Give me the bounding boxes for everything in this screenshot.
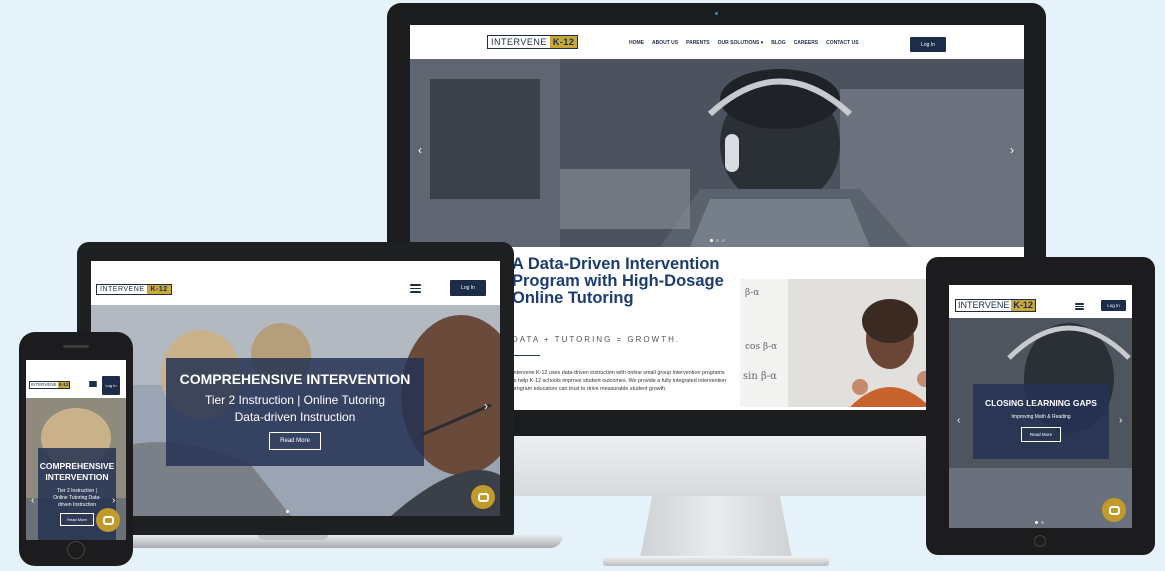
tablet-navbar: INTERVENE K-12 Log In bbox=[949, 285, 1132, 318]
slider-dot[interactable] bbox=[716, 239, 719, 242]
slider-dot[interactable] bbox=[1035, 521, 1038, 524]
laptop-hero-title: COMPREHENSIVE INTERVENTION bbox=[179, 371, 411, 387]
logo-word: INTERVENE bbox=[100, 286, 145, 293]
logo-badge: K-12 bbox=[1011, 300, 1035, 311]
desktop-hero-prev-arrow[interactable]: ‹ bbox=[418, 143, 422, 157]
nav-our-solutions-label: OUR SOLUTIONS bbox=[717, 40, 760, 46]
phone-screen: INTERVENE K-12 Log In COMPREHENSIVE INTE… bbox=[26, 360, 126, 540]
hamburger-menu-icon[interactable] bbox=[89, 381, 97, 387]
phone-hero-next-arrow[interactable]: › bbox=[112, 495, 115, 506]
logo-badge: K-12 bbox=[549, 36, 578, 48]
chat-bubble-icon[interactable] bbox=[471, 485, 495, 509]
desktop-intro-paragraph: Intervene K-12 uses data-driven instruct… bbox=[512, 370, 727, 392]
hero-photo-student-headphones bbox=[410, 59, 1024, 247]
tablet-screen: INTERVENE K-12 Log In CLOSING LEARNING G… bbox=[949, 285, 1132, 528]
tablet-hero-dots bbox=[1035, 521, 1044, 524]
slider-dot[interactable] bbox=[298, 510, 301, 513]
desktop-logo[interactable]: INTERVENE K-12 bbox=[487, 35, 579, 49]
tablet-hero-slider: CLOSING LEARNING GAPS Improving Math & R… bbox=[949, 318, 1132, 528]
phone-login-button[interactable]: Log In bbox=[102, 376, 120, 395]
slider-dot[interactable] bbox=[292, 510, 295, 513]
laptop-hero-next-arrow[interactable]: › bbox=[484, 399, 488, 413]
phone-read-more-button[interactable]: Read More bbox=[60, 513, 94, 526]
logo-word: INTERVENE bbox=[31, 382, 57, 387]
hamburger-menu-icon[interactable] bbox=[410, 284, 421, 293]
logo-badge: K-12 bbox=[147, 285, 171, 294]
nav-our-solutions[interactable]: OUR SOLUTIONS ▾ bbox=[718, 40, 764, 46]
desktop-headline: A Data-Driven Intervention Program with … bbox=[512, 255, 724, 307]
phone-hero-title: COMPREHENSIVE INTERVENTION bbox=[39, 461, 115, 482]
phone-hero-slider: COMPREHENSIVE INTERVENTION Tier 2 Instru… bbox=[26, 398, 126, 540]
monitor-camera bbox=[715, 12, 718, 15]
slider-dot[interactable] bbox=[710, 239, 713, 242]
phone-home-button bbox=[67, 541, 85, 559]
phone-speaker bbox=[63, 345, 89, 348]
laptop-login-button[interactable]: Log In bbox=[450, 280, 486, 296]
laptop-read-more-button[interactable]: Read More bbox=[269, 432, 321, 450]
chat-bubble-icon[interactable] bbox=[96, 508, 120, 532]
nav-contact-us[interactable]: CONTACT US bbox=[826, 40, 858, 46]
tablet-hero-sub: Improving Math & Reading bbox=[1011, 414, 1071, 420]
tablet-hero-title: CLOSING LEARNING GAPS bbox=[985, 398, 1097, 408]
logo-badge: K-12 bbox=[57, 382, 70, 388]
svg-text:sin β-α: sin β-α bbox=[743, 371, 777, 382]
tablet-logo[interactable]: INTERVENE K-12 bbox=[955, 299, 1036, 312]
nav-blog[interactable]: BLOG bbox=[771, 40, 785, 46]
tablet-home-button bbox=[1034, 535, 1046, 547]
tablet-read-more-button[interactable]: Read More bbox=[1020, 427, 1062, 442]
desktop-hero-next-arrow[interactable]: › bbox=[1010, 143, 1014, 157]
slider-dot[interactable] bbox=[1041, 521, 1044, 524]
desktop-login-button[interactable]: Log In bbox=[910, 37, 946, 52]
caret-down-icon: ▾ bbox=[760, 40, 764, 46]
logo-word: INTERVENE bbox=[958, 300, 1010, 310]
nav-careers[interactable]: CAREERS bbox=[794, 40, 818, 46]
desktop-navbar: INTERVENE K-12 HOME ABOUT US PARENTS OUR… bbox=[410, 25, 1024, 59]
tablet-hero-next-arrow[interactable]: › bbox=[1119, 415, 1122, 426]
desktop-hero-dots bbox=[710, 239, 725, 242]
tablet-login-button[interactable]: Log In bbox=[1101, 300, 1126, 311]
tablet-hero-prev-arrow[interactable]: ‹ bbox=[957, 415, 960, 426]
svg-text:cos β-α: cos β-α bbox=[745, 342, 777, 352]
phone-navbar: INTERVENE K-12 Log In bbox=[26, 360, 126, 398]
laptop-hero-line1: Tier 2 Instruction | Online Tutoring bbox=[204, 393, 386, 407]
laptop-hero-dots bbox=[286, 510, 301, 513]
phone-hero-prev-arrow[interactable]: ‹ bbox=[31, 495, 34, 506]
laptop-notch bbox=[258, 535, 328, 540]
laptop-navbar: INTERVENE K-12 Log In bbox=[91, 261, 500, 305]
nav-parents[interactable]: PARENTS bbox=[686, 40, 710, 46]
slider-dot[interactable] bbox=[722, 239, 725, 242]
phone-logo[interactable]: INTERVENE K-12 bbox=[29, 381, 71, 389]
divider bbox=[512, 355, 540, 356]
desktop-nav-links: HOME ABOUT US PARENTS OUR SOLUTIONS ▾ BL… bbox=[629, 40, 859, 46]
hamburger-menu-icon[interactable] bbox=[1075, 303, 1084, 310]
chat-bubble-icon[interactable] bbox=[1102, 498, 1126, 522]
laptop-logo[interactable]: INTERVENE K-12 bbox=[96, 284, 172, 295]
phone-hero-sub: Tier 2 Instruction | Online Tutoring Dat… bbox=[53, 488, 101, 508]
laptop-screen: INTERVENE K-12 Log In COMPREHENSIVE INTE… bbox=[91, 261, 500, 516]
tablet-hero-card: CLOSING LEARNING GAPS Improving Math & R… bbox=[973, 384, 1109, 459]
laptop-hero-slider: COMPREHENSIVE INTERVENTION Tier 2 Instru… bbox=[91, 305, 500, 516]
laptop-hero-line2: Data-driven Instruction bbox=[234, 410, 356, 424]
laptop-hero-card: COMPREHENSIVE INTERVENTION Tier 2 Instru… bbox=[166, 358, 424, 466]
logo-word: INTERVENE bbox=[491, 37, 547, 47]
monitor-stand-base bbox=[603, 556, 829, 566]
desktop-tagline: DATA + TUTORING = GROWTH. bbox=[512, 335, 681, 344]
slider-dot[interactable] bbox=[286, 510, 289, 513]
desktop-hero-slider: ‹ › bbox=[410, 59, 1024, 247]
monitor-stand-neck bbox=[640, 496, 792, 558]
nav-home[interactable]: HOME bbox=[629, 40, 644, 46]
nav-about-us[interactable]: ABOUT US bbox=[652, 40, 678, 46]
svg-text:β-α: β-α bbox=[745, 288, 759, 298]
